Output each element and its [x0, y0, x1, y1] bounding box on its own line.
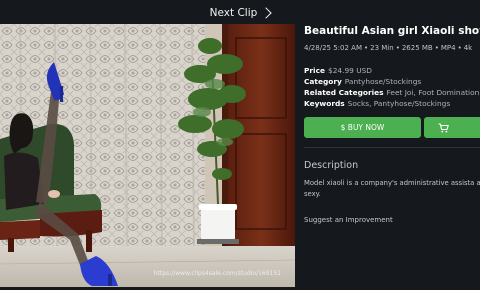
related-categories-label: Related Categories [304, 88, 384, 97]
next-clip-label: Next Clip [209, 7, 258, 19]
meta-separator: • [434, 44, 439, 52]
clip-duration: 23 Min [370, 44, 394, 52]
meta-separator: • [363, 44, 369, 52]
suggest-improvement-link[interactable]: Suggest an Improvement [304, 216, 480, 224]
cart-icon [438, 122, 449, 132]
category-link[interactable]: Pantyhose/Stockings [345, 77, 421, 86]
clip-size: 2625 MB [401, 44, 433, 52]
clip-date: 4/28/25 5:02 AM [304, 44, 362, 52]
clip-resolution: 4k [463, 44, 473, 52]
preview-scene [0, 24, 295, 287]
category-label: Category [304, 77, 342, 86]
price-row: Price $24.99 USD [304, 65, 480, 76]
related-categories-links[interactable]: Feet Joi, Foot Domination, Foo [387, 88, 480, 97]
keywords-label: Keywords [304, 99, 345, 108]
description-text: Model xiaoli is a company's administrati… [304, 179, 480, 198]
studio-watermark: https://www.clips4sale.com/studio/169151 [153, 270, 281, 277]
clip-page: Next Clip https://www.clips4sale.com/stu… [0, 0, 480, 290]
keywords-row: Keywords Socks, Pantyhose/Stockings [304, 98, 480, 109]
clip-meta: 4/28/25 5:02 AM • 23 Min • 2625 MB • MP4 • 4k [304, 43, 480, 53]
buy-now-button[interactable]: $ BUY NOW [304, 117, 421, 138]
clip-details: Price $24.99 USD Category Pantyhose/Stocki… [304, 65, 480, 109]
meta-separator: • [457, 44, 462, 52]
price-value: $24.99 USD [328, 66, 373, 75]
add-to-cart-button[interactable] [423, 117, 480, 138]
section-divider [304, 147, 480, 148]
price-label: Price [304, 66, 325, 75]
clip-format: MP4 [440, 44, 456, 52]
keywords-links[interactable]: Socks, Pantyhose/Stockings [348, 99, 451, 108]
buy-now-label: $ BUY NOW [340, 123, 385, 132]
purchase-actions: $ BUY NOW [304, 117, 480, 138]
clip-preview-image[interactable]: https://www.clips4sale.com/studio/169151 [0, 24, 295, 287]
chevron-right-icon [260, 7, 272, 19]
next-clip-link[interactable]: Next Clip [209, 7, 272, 19]
clip-info-panel: Beautiful Asian girl Xiaoli shows her se… [304, 22, 480, 290]
category-row: Category Pantyhose/Stockings [304, 76, 480, 87]
related-categories-row: Related Categories Feet Joi, Foot Dominat… [304, 87, 480, 98]
description-heading: Description [304, 160, 359, 171]
meta-separator: • [395, 44, 400, 52]
clip-title: Beautiful Asian girl Xiaoli shows her se [304, 25, 480, 37]
